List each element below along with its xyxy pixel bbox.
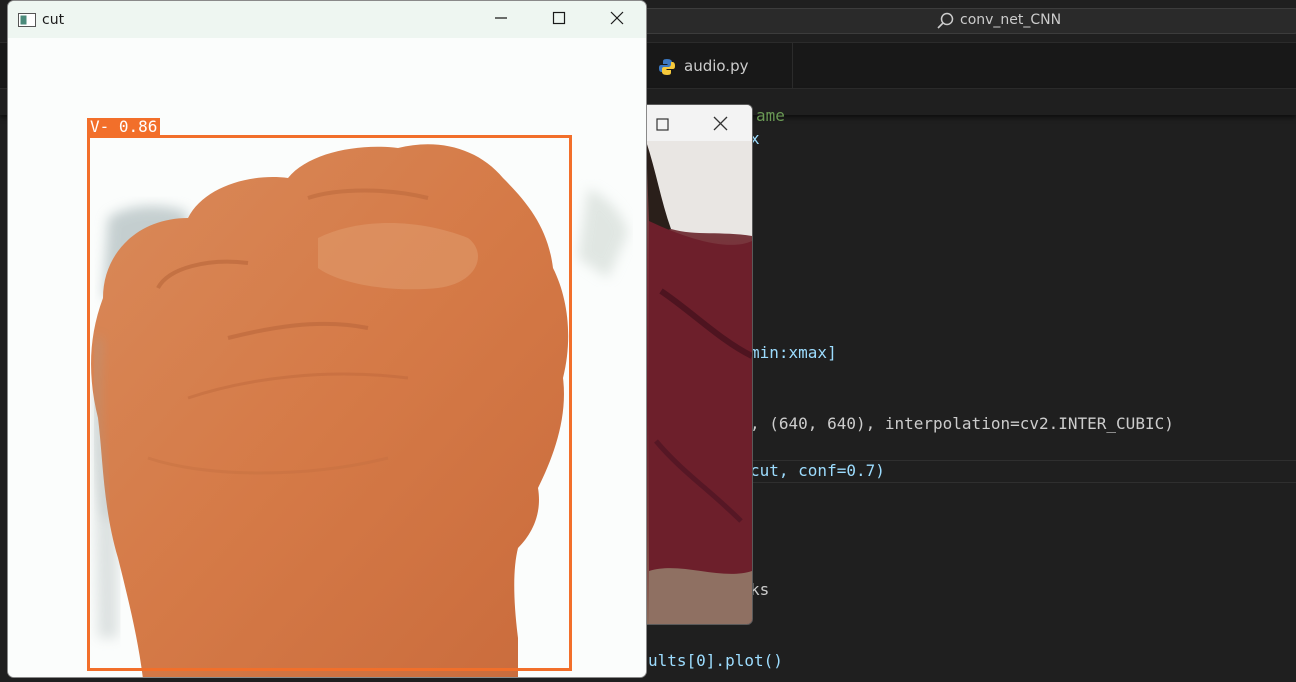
maximize-icon — [552, 10, 566, 29]
maximize-icon[interactable] — [656, 117, 670, 136]
cut-window[interactable]: cut V- 0.86 — [7, 0, 647, 678]
cut-window-titlebar[interactable]: cut — [8, 1, 646, 38]
window-app-icon — [18, 12, 36, 27]
tab-label: audio.py — [684, 57, 749, 75]
minimize-icon — [494, 10, 508, 29]
minimize-button[interactable] — [472, 1, 530, 38]
close-button[interactable] — [588, 1, 646, 38]
detection-label: V- 0.86 — [87, 118, 161, 136]
code-line[interactable]: ame — [756, 106, 785, 125]
detection-bounding-box — [87, 135, 572, 671]
code-line[interactable]: min:xmax] — [750, 343, 837, 362]
close-icon[interactable] — [713, 116, 728, 135]
code-line[interactable]: , (640, 640), interpolation=cv2.INTER_CU… — [750, 414, 1174, 433]
window-title: cut — [42, 12, 65, 28]
code-line[interactable]: ults[0].plot() — [648, 651, 783, 670]
python-file-icon — [657, 57, 677, 77]
maximize-button[interactable] — [530, 1, 588, 38]
search-icon — [936, 11, 956, 31]
code-line[interactable]: cut, conf=0.7) — [750, 461, 885, 480]
search-text: conv_net_CNN — [960, 12, 1062, 28]
close-icon — [610, 10, 624, 29]
